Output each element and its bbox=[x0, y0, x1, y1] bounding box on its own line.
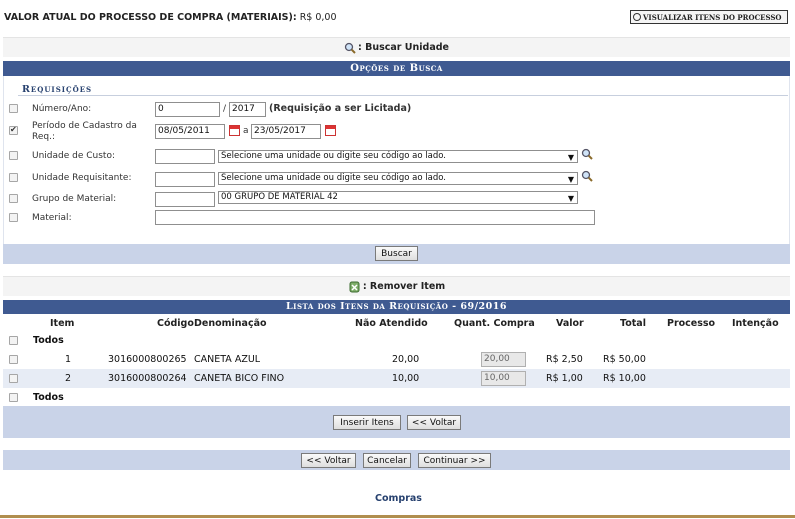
cost-unit-checkbox[interactable] bbox=[9, 151, 18, 160]
cancel-button[interactable]: Cancelar bbox=[363, 453, 411, 468]
search-unit-link[interactable]: : Buscar Unidade bbox=[3, 37, 790, 57]
requisition-note: (Requisição a ser Licitada) bbox=[269, 103, 412, 114]
select-all-label: Todos bbox=[33, 335, 64, 346]
col-value: Valor bbox=[556, 318, 584, 329]
row-not-served: 10,00 bbox=[392, 373, 420, 384]
select-all-checkbox-bottom[interactable] bbox=[9, 393, 18, 402]
col-name: Denominação bbox=[194, 318, 267, 329]
material-group-select[interactable]: 00 GRUPO DE MATERIAL 42 ▼ bbox=[218, 191, 578, 204]
col-intention: Intenção bbox=[732, 318, 779, 329]
material-group-select-value: 00 GRUPO DE MATERIAL 42 bbox=[221, 192, 338, 202]
calendar-icon[interactable] bbox=[325, 125, 336, 136]
period-label: Período de Cadastro da Req.: bbox=[32, 121, 137, 142]
insert-items-button[interactable]: Inserir Itens bbox=[333, 415, 401, 430]
row-item: 2 bbox=[65, 373, 72, 384]
row-item: 1 bbox=[65, 354, 72, 365]
row-code: 3016000800264 bbox=[108, 373, 187, 384]
cost-unit-select[interactable]: Selecione uma unidade ou digite seu códi… bbox=[218, 150, 578, 163]
row-total: R$ 10,00 bbox=[603, 373, 646, 384]
view-process-items-button[interactable]: VISUALIZAR ITENS DO PROCESSO bbox=[630, 10, 788, 24]
items-list-header: Lista dos Itens da Requisição - 69/2016 bbox=[3, 300, 790, 314]
search-icon[interactable] bbox=[581, 148, 593, 163]
requesting-unit-checkbox[interactable] bbox=[9, 173, 18, 182]
col-not-served: Não Atendido bbox=[355, 318, 428, 329]
requisition-number-input[interactable]: 0 bbox=[155, 102, 220, 117]
compras-link[interactable]: Compras bbox=[375, 493, 422, 504]
remove-item-label: : Remover Item bbox=[362, 281, 446, 292]
col-total: Total bbox=[620, 318, 646, 329]
requesting-unit-select-value: Selecione uma unidade ou digite seu códi… bbox=[221, 173, 446, 183]
remove-item-icon bbox=[348, 280, 361, 293]
number-year-checkbox[interactable] bbox=[9, 104, 18, 113]
back-button[interactable]: << Voltar bbox=[301, 453, 356, 468]
period-separator: a bbox=[243, 126, 249, 136]
row-not-served: 20,00 bbox=[392, 354, 420, 365]
search-button[interactable]: Buscar bbox=[375, 246, 418, 261]
row-value: R$ 2,50 bbox=[546, 354, 583, 365]
period-to-input[interactable]: 23/05/2017 bbox=[251, 124, 321, 139]
row-qty-input[interactable]: 10,00 bbox=[481, 371, 526, 386]
calendar-icon[interactable] bbox=[229, 125, 240, 136]
requesting-unit-label: Unidade Requisitante: bbox=[32, 173, 132, 183]
requisition-year-input[interactable]: 2017 bbox=[229, 102, 266, 117]
material-checkbox[interactable] bbox=[9, 213, 18, 222]
row-value: R$ 1,00 bbox=[546, 373, 583, 384]
row-total: R$ 50,00 bbox=[603, 354, 646, 365]
slash-separator: / bbox=[223, 104, 227, 114]
row-name: CANETA BICO FINO bbox=[194, 373, 285, 384]
cost-unit-label: Unidade de Custo: bbox=[32, 151, 115, 161]
magnifier-icon bbox=[344, 42, 356, 54]
material-label: Material: bbox=[32, 213, 72, 223]
col-purchase-qty: Quant. Compra bbox=[454, 318, 535, 329]
material-group-label: Grupo de Material: bbox=[32, 194, 117, 204]
period-checkbox[interactable] bbox=[9, 126, 18, 135]
dropdown-arrow-icon: ▼ bbox=[567, 153, 574, 162]
search-icon[interactable] bbox=[581, 170, 593, 185]
select-all-checkbox[interactable] bbox=[9, 336, 18, 345]
period-from-input[interactable]: 08/05/2011 bbox=[155, 124, 225, 139]
view-process-items-label: VISUALIZAR ITENS DO PROCESSO bbox=[643, 12, 782, 22]
process-value-amount: R$ 0,00 bbox=[299, 12, 337, 23]
footer-divider bbox=[0, 515, 795, 518]
requisitions-caption: Requisições bbox=[22, 84, 93, 95]
process-value-label: VALOR ATUAL DO PROCESSO DE COMPRA (MATER… bbox=[4, 12, 297, 23]
row-qty-input[interactable]: 20,00 bbox=[481, 352, 526, 367]
number-year-label: Número/Ano: bbox=[32, 104, 92, 114]
row-code: 3016000800265 bbox=[108, 354, 187, 365]
process-value-title: VALOR ATUAL DO PROCESSO DE COMPRA (MATER… bbox=[4, 12, 337, 23]
items-back-button[interactable]: << Voltar bbox=[407, 415, 461, 430]
col-process: Processo bbox=[667, 318, 716, 329]
material-group-code-input[interactable] bbox=[155, 192, 215, 207]
search-unit-label: : Buscar Unidade bbox=[358, 42, 449, 53]
select-all-label-bottom: Todos bbox=[33, 392, 64, 403]
search-options-header: Opções de Busca bbox=[3, 61, 790, 76]
col-item: Item bbox=[50, 318, 75, 329]
continue-button[interactable]: Continuar >> bbox=[418, 453, 491, 468]
dropdown-arrow-icon: ▼ bbox=[567, 194, 574, 203]
row-checkbox[interactable] bbox=[9, 374, 18, 383]
requesting-unit-code-input[interactable] bbox=[155, 172, 215, 187]
material-group-checkbox[interactable] bbox=[9, 194, 18, 203]
cost-unit-code-input[interactable] bbox=[155, 149, 215, 164]
cost-unit-select-value: Selecione uma unidade ou digite seu códi… bbox=[221, 151, 446, 161]
magnifier-icon bbox=[633, 13, 641, 21]
material-input[interactable] bbox=[155, 210, 595, 225]
row-checkbox[interactable] bbox=[9, 355, 18, 364]
requesting-unit-select[interactable]: Selecione uma unidade ou digite seu códi… bbox=[218, 172, 578, 185]
caption-divider bbox=[18, 95, 788, 96]
row-name: CANETA AZUL bbox=[194, 354, 261, 365]
col-code: Código bbox=[157, 318, 194, 329]
dropdown-arrow-icon: ▼ bbox=[567, 175, 574, 184]
remove-item-legend: : Remover Item bbox=[3, 276, 790, 296]
